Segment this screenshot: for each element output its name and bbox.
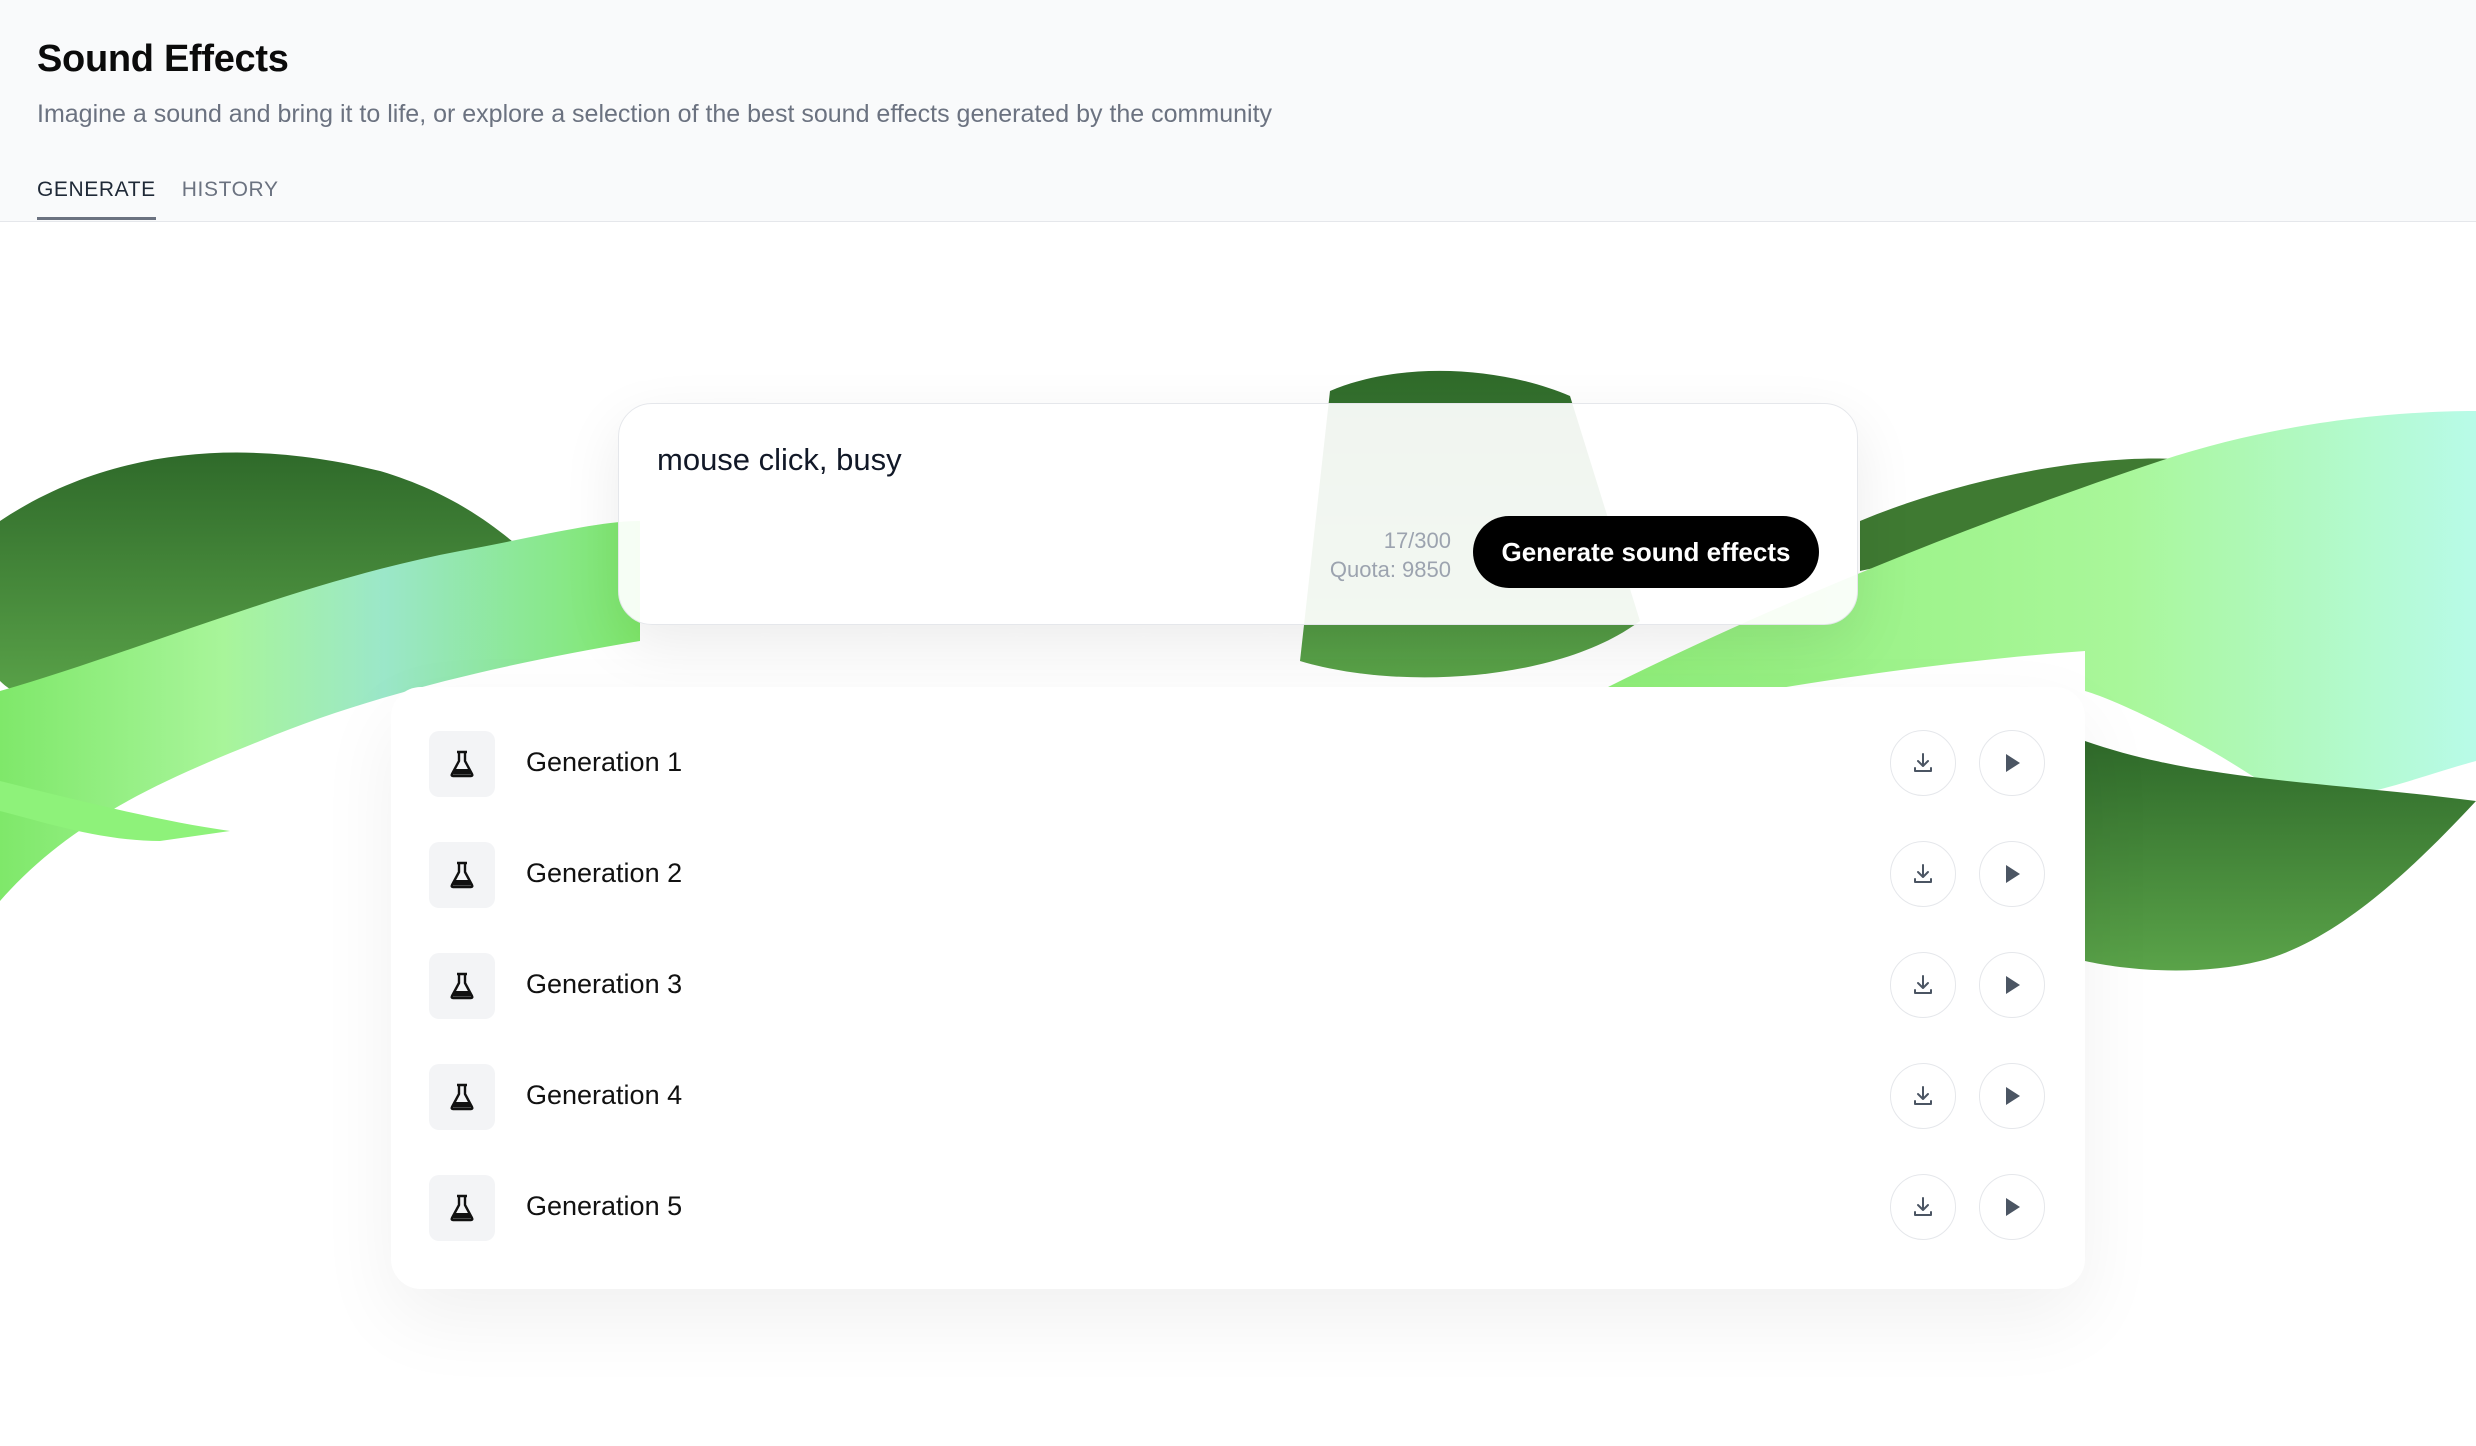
download-icon [1914,864,1932,883]
download-button[interactable] [1890,952,1956,1018]
download-button[interactable] [1890,841,1956,907]
play-button[interactable] [1979,1063,2045,1129]
play-button[interactable] [1979,841,2045,907]
download-button[interactable] [1890,730,1956,796]
generation-label: Generation 3 [526,969,683,999]
page-header: Sound Effects Imagine a sound and bring … [0,0,2476,222]
play-button[interactable] [1979,730,2045,796]
play-button[interactable] [1979,1174,2045,1240]
prompt-counter: 17/300 Quota: 9850 [1330,526,1451,584]
results-list: Generation 1 Generation 2 Generation 3 G… [391,687,2085,1289]
generate-sound-effects-button[interactable]: Generate sound effects [1473,516,1819,588]
flask-icon [429,953,495,1019]
flask-icon [429,731,495,797]
play-icon [2006,1087,2020,1105]
generation-label: Generation 4 [526,1080,683,1110]
download-icon [1914,975,1932,994]
flask-icon [429,842,495,908]
play-icon [2006,1198,2020,1216]
play-icon [2006,976,2020,994]
list-item: Generation 4 [391,1057,2085,1137]
list-item: Generation 1 [391,724,2085,804]
page-title: Sound Effects [37,38,289,80]
play-icon [2006,865,2020,883]
list-item: Generation 3 [391,946,2085,1026]
play-button[interactable] [1979,952,2045,1018]
prompt-card: mouse click, busy 17/300 Quota: 9850 Gen… [618,403,1858,625]
quota-label: Quota: 9850 [1329,557,1451,582]
play-icon [2006,754,2020,772]
generation-label: Generation 2 [526,858,683,888]
flask-icon [429,1175,495,1241]
prompt-input[interactable]: mouse click, busy [657,442,902,478]
page-subtitle: Imagine a sound and bring it to life, or… [37,100,1273,128]
download-icon [1914,753,1932,772]
tab-history[interactable]: HISTORY [182,174,279,218]
generation-label: Generation 5 [526,1191,683,1221]
list-item: Generation 2 [391,835,2085,915]
download-icon [1914,1197,1932,1216]
flask-icon [429,1064,495,1130]
download-icon [1914,1086,1932,1105]
download-button[interactable] [1890,1174,1956,1240]
tab-generate[interactable]: GENERATE [37,174,156,220]
generation-label: Generation 1 [526,747,683,777]
download-button[interactable] [1890,1063,1956,1129]
tab-bar: GENERATE HISTORY [37,174,279,220]
char-count: 17/300 [1383,528,1451,553]
list-item: Generation 5 [391,1168,2085,1248]
